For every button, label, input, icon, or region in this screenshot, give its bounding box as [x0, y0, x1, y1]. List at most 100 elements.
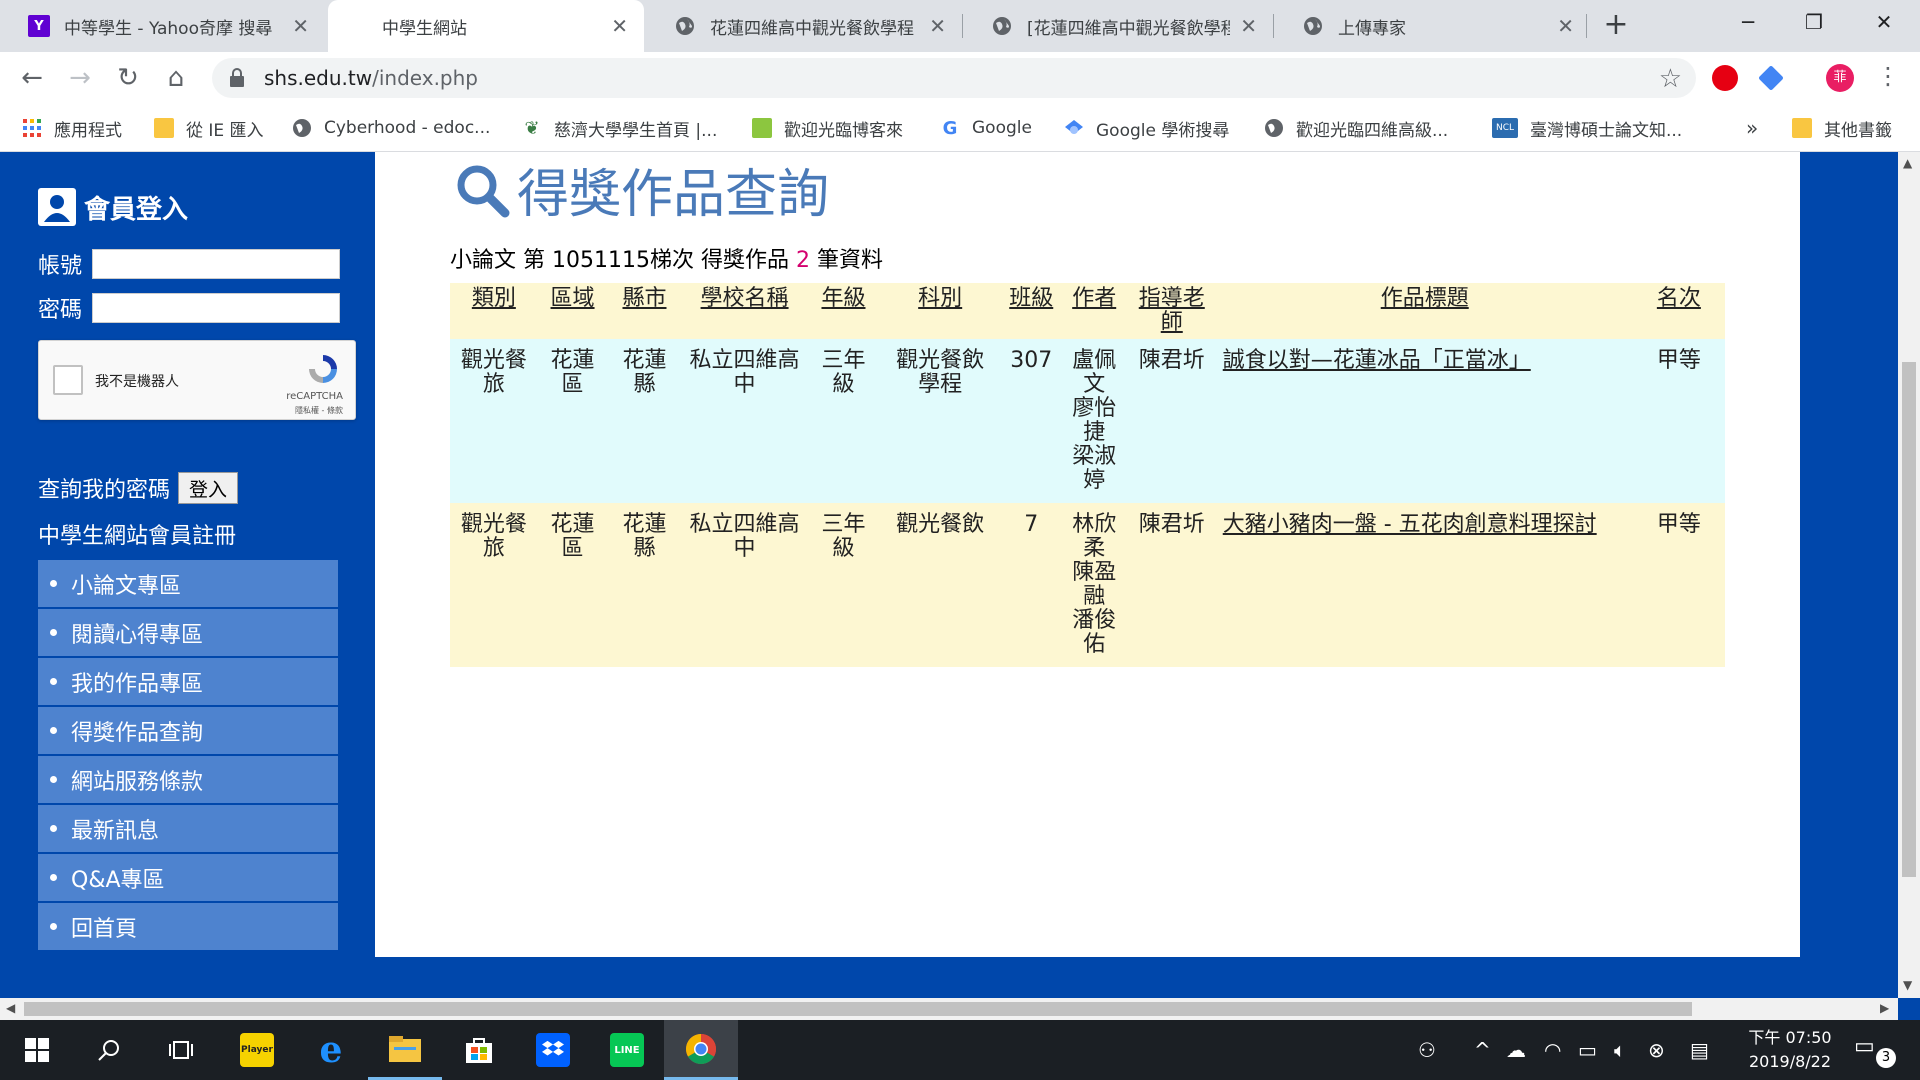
- scroll-down-icon[interactable]: ▼: [1903, 978, 1912, 992]
- tray-overflow-icon[interactable]: ^: [1474, 1020, 1491, 1080]
- horizontal-scrollbar[interactable]: ◀ ▶: [0, 998, 1898, 1020]
- system-clock[interactable]: 下午 07:50 2019/8/22: [1736, 1026, 1844, 1074]
- work-title-link[interactable]: 大豬小豬肉一盤 - 五花肉創意料理探討: [1216, 503, 1633, 667]
- column-header-grade[interactable]: 年級: [807, 283, 880, 339]
- sidebar-item-home[interactable]: 回首頁: [38, 903, 338, 950]
- bookmark-cyberhood[interactable]: Cyberhood - edoc...: [292, 114, 490, 142]
- sidebar-item-reading[interactable]: 閱讀心得專區: [38, 609, 338, 656]
- forward-icon[interactable]: →: [60, 58, 100, 98]
- bookmarks-overflow[interactable]: »: [1746, 114, 1758, 142]
- close-icon[interactable]: ✕: [292, 14, 309, 38]
- bookmark-scholar[interactable]: Google 學術搜尋: [1064, 114, 1229, 142]
- tab-upload[interactable]: 上傳專家 ✕: [1274, 0, 1590, 52]
- recaptcha-terms[interactable]: 隱私權 - 條款: [295, 405, 343, 416]
- sidebar-item-label: Q&A專區: [71, 867, 165, 893]
- task-view-icon[interactable]: [144, 1020, 218, 1080]
- status-icon[interactable]: ⊗: [1648, 1020, 1665, 1080]
- column-header-dept[interactable]: 科別: [879, 283, 1001, 339]
- column-header-school[interactable]: 學校名稱: [681, 283, 808, 339]
- bookmark-label: 從 IE 匯入: [186, 120, 264, 141]
- sidebar-item-essay[interactable]: 小論文專區: [38, 560, 338, 607]
- close-icon[interactable]: ✕: [929, 14, 946, 38]
- bookmark-star-icon[interactable]: ☆: [1659, 64, 1682, 94]
- bookmark-ie-import[interactable]: 從 IE 匯入: [154, 114, 264, 142]
- dropbox-icon[interactable]: [516, 1020, 590, 1080]
- bookmark-books[interactable]: 歡迎光臨博客來: [752, 114, 903, 142]
- restore-icon[interactable]: ❐: [1782, 0, 1846, 44]
- column-header-class[interactable]: 班級: [1000, 283, 1062, 339]
- extension-red-icon[interactable]: [1712, 65, 1738, 91]
- battery-icon[interactable]: ▭: [1578, 1020, 1597, 1080]
- close-icon[interactable]: ✕: [1557, 14, 1574, 38]
- close-window-icon[interactable]: ✕: [1852, 0, 1916, 44]
- bookmark-siwei[interactable]: 歡迎光臨四維高級...: [1264, 114, 1448, 142]
- menu-icon[interactable]: ⋮: [1876, 62, 1900, 90]
- onedrive-icon[interactable]: ☁: [1506, 1020, 1526, 1080]
- site-icon: ❦: [524, 117, 540, 139]
- start-icon[interactable]: [0, 1020, 74, 1080]
- column-header-author[interactable]: 作者: [1061, 283, 1127, 339]
- column-header-county[interactable]: 縣市: [607, 283, 682, 339]
- password-input[interactable]: [92, 293, 341, 323]
- column-header-region[interactable]: 區域: [537, 283, 608, 339]
- sidebar-item-qa[interactable]: Q&A專區: [38, 854, 338, 901]
- reload-icon[interactable]: ↻: [108, 58, 148, 98]
- cell-authors: 林欣柔 陳盈融 潘俊佑: [1061, 503, 1127, 667]
- account-input[interactable]: [92, 249, 341, 279]
- horizontal-scroll-thumb[interactable]: [24, 1002, 1692, 1016]
- sidebar-item-awards[interactable]: 得獎作品查詢: [38, 707, 338, 754]
- register-link[interactable]: 中學生網站會員註冊: [38, 518, 236, 550]
- close-icon[interactable]: ✕: [1240, 14, 1257, 38]
- search-icon[interactable]: [72, 1020, 146, 1080]
- column-header-teacher[interactable]: 指導老師: [1126, 283, 1217, 339]
- vertical-scroll-thumb[interactable]: [1902, 362, 1916, 877]
- edge-icon[interactable]: e: [294, 1020, 368, 1080]
- minimize-icon[interactable]: ─: [1716, 0, 1780, 44]
- new-tab-button[interactable]: +: [1598, 8, 1634, 44]
- back-icon[interactable]: ←: [12, 58, 52, 98]
- profile-avatar[interactable]: 菲: [1826, 64, 1854, 92]
- action-center-icon[interactable]: ▭ 3: [1854, 1034, 1896, 1068]
- sidebar-item-my-works[interactable]: 我的作品專區: [38, 658, 338, 705]
- wifi-icon[interactable]: ◠: [1544, 1020, 1561, 1080]
- vertical-scrollbar[interactable]: ▲ ▼: [1898, 152, 1920, 998]
- recaptcha-label: 我不是機器人: [95, 374, 179, 390]
- tab-title: [花蓮四維高中觀光餐飲學程: [1027, 18, 1231, 39]
- books-icon: [752, 118, 772, 138]
- extension-scholar-icon[interactable]: [1758, 65, 1784, 91]
- file-explorer-icon[interactable]: [368, 1020, 442, 1080]
- close-icon[interactable]: ✕: [611, 14, 628, 38]
- potplayer-icon[interactable]: Player: [220, 1020, 294, 1080]
- people-icon[interactable]: ⚇: [1418, 1020, 1436, 1080]
- chrome-icon[interactable]: [664, 1020, 738, 1080]
- bookmark-google[interactable]: G Google: [940, 114, 1032, 142]
- sidebar-item-news[interactable]: 最新訊息: [38, 805, 338, 852]
- bookmark-apps[interactable]: 應用程式: [22, 114, 122, 142]
- notification-count: 3: [1876, 1048, 1896, 1068]
- volume-icon[interactable]: 🔈︎: [1614, 1020, 1626, 1080]
- scroll-up-icon[interactable]: ▲: [1903, 156, 1912, 170]
- tab-hualien-1[interactable]: 花蓮四維高中觀光餐飲學程 ✕: [646, 0, 962, 52]
- line-icon[interactable]: LINE: [590, 1020, 664, 1080]
- sidebar-item-terms[interactable]: 網站服務條款: [38, 756, 338, 803]
- home-icon[interactable]: ⌂: [156, 58, 196, 98]
- login-button[interactable]: 登入: [178, 472, 239, 504]
- bookmark-tzuchi[interactable]: ❦ 慈濟大學學生首頁 |...: [522, 114, 717, 142]
- tab-hualien-2[interactable]: [花蓮四維高中觀光餐飲學程 ✕: [963, 0, 1273, 52]
- store-icon[interactable]: [442, 1020, 516, 1080]
- bookmark-ncl[interactable]: NCL 臺灣博碩士論文知...: [1492, 114, 1682, 142]
- work-title-link[interactable]: 誠食以對—花蓮冰品「正當冰」: [1216, 339, 1633, 503]
- scroll-left-icon[interactable]: ◀: [6, 1001, 15, 1015]
- query-password-link[interactable]: 查詢我的密碼: [38, 472, 170, 504]
- other-bookmarks[interactable]: 其他書籤: [1792, 114, 1892, 142]
- tab-yahoo[interactable]: Y 中等學生 - Yahoo奇摩 搜尋 ✕: [0, 0, 325, 52]
- tab-shs[interactable]: 中學生網站 ✕: [328, 0, 644, 52]
- recaptcha-checkbox[interactable]: [53, 365, 83, 395]
- sidebar-item-label: 閱讀心得專區: [71, 622, 204, 648]
- scroll-right-icon[interactable]: ▶: [1880, 1001, 1889, 1015]
- column-header-title[interactable]: 作品標題: [1216, 283, 1633, 339]
- column-header-rank[interactable]: 名次: [1632, 283, 1725, 339]
- ime-icon[interactable]: ▤: [1690, 1020, 1709, 1080]
- address-bar[interactable]: shs.edu.tw/index.php ☆: [212, 58, 1696, 98]
- column-header-category[interactable]: 類別: [450, 283, 538, 339]
